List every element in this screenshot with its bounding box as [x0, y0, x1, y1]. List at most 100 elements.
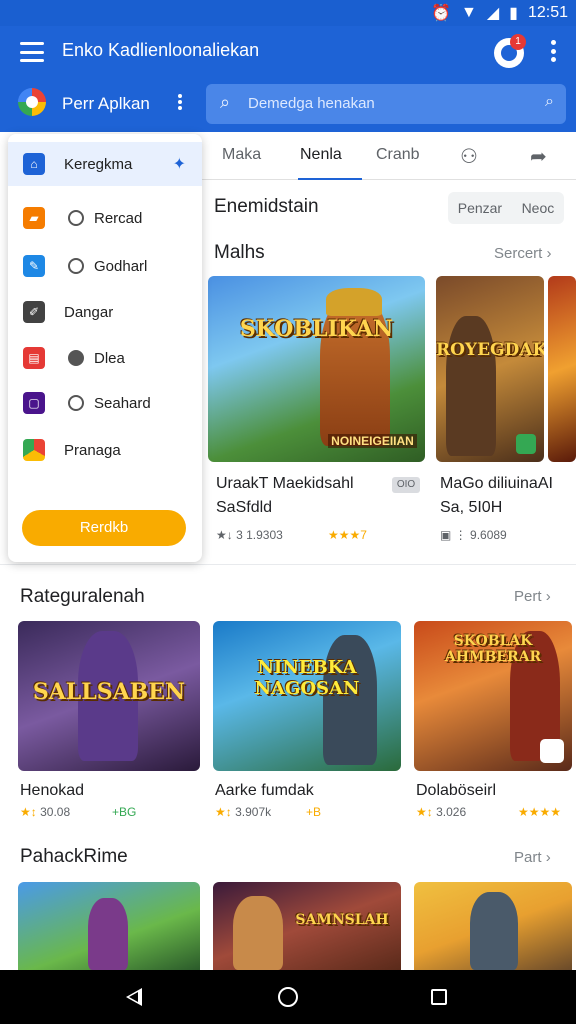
- section-heading-third: PahackRime: [20, 846, 128, 867]
- game-art-subtitle: NOINEIGEIIAN: [328, 434, 417, 448]
- see-more-link-third[interactable]: Part ›: [514, 849, 551, 866]
- star-icon: ★↕: [20, 805, 37, 819]
- edit-icon: ✐: [23, 301, 45, 323]
- circle-outline-icon: [68, 395, 84, 411]
- category-card-image-1[interactable]: SALLSABEN: [18, 621, 200, 771]
- star-icon: ★↕: [215, 805, 232, 819]
- battery-icon: ▮: [509, 5, 518, 22]
- share-icon[interactable]: ➦: [530, 144, 547, 169]
- see-more-label: Sercert: [494, 245, 543, 262]
- featured-card-meta-2: ▣ ⋮ 9.6089: [440, 528, 507, 542]
- search-icon: ⌕: [220, 92, 231, 112]
- search-submit-icon[interactable]: ⌕: [545, 93, 554, 111]
- featured-card-image-2[interactable]: ROYEGDAK: [436, 276, 544, 462]
- category-card-image-2[interactable]: NINEBKA NAGOSAN: [213, 621, 401, 771]
- featured-card-image-1[interactable]: SKOBLIKAN NOINEIGEIIAN: [208, 276, 425, 462]
- category-card-extra-3: ★★★★: [518, 805, 562, 819]
- drawer-item-dangar[interactable]: ✐ Dangar: [8, 290, 202, 334]
- drawer-item-pranaga[interactable]: Pranaga: [8, 428, 202, 472]
- signal-icon: ◢: [486, 5, 500, 22]
- featured-card-title-1[interactable]: UraakT Maekidsahl SaSfdld: [216, 472, 386, 520]
- back-icon[interactable]: [126, 988, 142, 1006]
- active-tab-indicator: [298, 178, 362, 180]
- store-logo-icon: [18, 88, 46, 116]
- section-subheading: Malhs: [214, 242, 265, 263]
- featured-card-title-2[interactable]: MaGo diliuinaAI Sa, 5I0H: [440, 472, 576, 520]
- play-store-icon: [23, 439, 45, 461]
- search-placeholder: Demedga henakan: [248, 95, 375, 112]
- third-card-image-3[interactable]: [414, 882, 572, 970]
- drawer-item-godharl[interactable]: ✎ Godharl: [8, 244, 202, 288]
- status-bar: ⏰ ▼ ◢ ▮ 12:51: [0, 0, 576, 26]
- alarm-icon: ⏰: [431, 5, 451, 22]
- featured-card-image-3[interactable]: [548, 276, 576, 462]
- featured-card-title-1-line2: SaSfdld: [216, 499, 273, 516]
- category-card-title-2[interactable]: Aarke fumdak: [215, 779, 314, 803]
- chip-right-label: Neoc: [521, 200, 555, 216]
- section-heading-category: Rateguralenah: [20, 586, 145, 607]
- app-bar: Enko Kadlienloonaliekan 1 Perr Aplkan ⌕ …: [0, 26, 576, 132]
- navigation-drawer: ⌂ Keregkma ✦ ▰ Rercad ✎ Godharl ✐ Dangar…: [8, 134, 202, 562]
- recent-apps-icon[interactable]: [431, 989, 447, 1005]
- game-art-title-third2: SAMNSLAH: [295, 912, 389, 928]
- category-card-extra-1: +BG: [112, 805, 137, 819]
- store-options-icon[interactable]: [174, 94, 186, 110]
- section-divider: [0, 564, 576, 565]
- play-badge-icon: [516, 434, 536, 454]
- book-icon: ▢: [23, 392, 45, 414]
- drawer-item-rercad[interactable]: ▰ Rercad: [8, 196, 202, 240]
- search-bar[interactable]: ⌕ Demedga henakan ⌕: [206, 84, 566, 124]
- tag-icon: ✎: [23, 255, 45, 277]
- download-icon: ★↓: [216, 528, 233, 542]
- game-art-title-cat3: SKOBLAK AHMBERAR: [444, 633, 542, 665]
- category-card-extra-2: +B: [306, 805, 322, 819]
- filter-chip[interactable]: Penzar Neoc: [448, 192, 564, 224]
- tag-filled-icon: [68, 350, 84, 366]
- tab-nenla[interactable]: Nenla: [300, 146, 342, 164]
- category-card-meta-2: ★↕ 3.907k: [215, 805, 272, 819]
- game-art-title: SKOBLIKAN: [239, 316, 394, 342]
- drawer-item-dlea[interactable]: ▤ Dlea: [8, 336, 202, 380]
- featured-card-title-2-line2: Sa, 5I0H: [440, 499, 503, 516]
- section-heading-featured: Enemidstain: [214, 196, 319, 217]
- system-navigation-bar: [0, 970, 576, 1024]
- tag-outline-icon: [68, 258, 84, 274]
- calendar-icon: ▤: [23, 347, 45, 369]
- tab-cranb[interactable]: Cranb: [376, 146, 420, 164]
- menu-icon[interactable]: [20, 42, 44, 62]
- featured-card-title-2-line1: MaGo diliuinaAI: [440, 475, 553, 492]
- gamepad-icon: ▣ ⋮: [440, 528, 467, 542]
- drawer-action-button[interactable]: Rerdkb: [22, 510, 186, 546]
- third-card-image-1[interactable]: [18, 882, 200, 970]
- app-title: Enko Kadlienloonaliekan: [62, 40, 260, 60]
- chip-left-label: Penzar: [457, 200, 503, 216]
- third-card-image-2[interactable]: SAMNSLAH: [213, 882, 401, 970]
- category-card-title-3[interactable]: Dolaböseirl: [416, 779, 496, 803]
- app-badge-icon: [540, 739, 564, 763]
- tag-outline-icon: [68, 210, 84, 226]
- drawer-item-keregkma[interactable]: ⌂ Keregkma ✦: [8, 142, 202, 186]
- chevron-right-icon: ›: [545, 849, 551, 866]
- see-more-link-featured[interactable]: Sercert ›: [494, 245, 552, 262]
- tab-maka[interactable]: Maka: [222, 146, 261, 164]
- person-icon[interactable]: ⚇: [460, 144, 478, 169]
- star-icon: ★↕: [416, 805, 433, 819]
- featured-card-meta-1: ★↓ 3 1.9303: [216, 528, 283, 542]
- notification-badge: 1: [510, 34, 526, 50]
- status-time: 12:51: [527, 4, 568, 21]
- home-button-icon[interactable]: [278, 987, 298, 1007]
- pin-icon[interactable]: ✦: [173, 154, 186, 174]
- see-more-link-category[interactable]: Pert ›: [514, 588, 551, 605]
- home-icon: ⌂: [23, 153, 45, 175]
- category-card-image-3[interactable]: SKOBLAK AHMBERAR: [414, 621, 572, 771]
- category-card-title-1[interactable]: Henokad: [20, 779, 84, 803]
- store-icon: ▰: [23, 207, 45, 229]
- drawer-item-seahard[interactable]: ▢ Seahard: [8, 381, 202, 425]
- more-options-icon[interactable]: [550, 40, 556, 62]
- chevron-right-icon: ›: [546, 245, 552, 262]
- featured-card-title-1-line1: UraakT Maekidsahl: [216, 475, 354, 492]
- featured-card-rating-1: ★★★7: [328, 528, 367, 542]
- tab-bar: Maka Nenla Cranb ⚇ ➦: [202, 134, 576, 180]
- category-card-meta-3: ★↕ 3.026: [416, 805, 467, 819]
- wifi-icon: ▼: [460, 4, 477, 21]
